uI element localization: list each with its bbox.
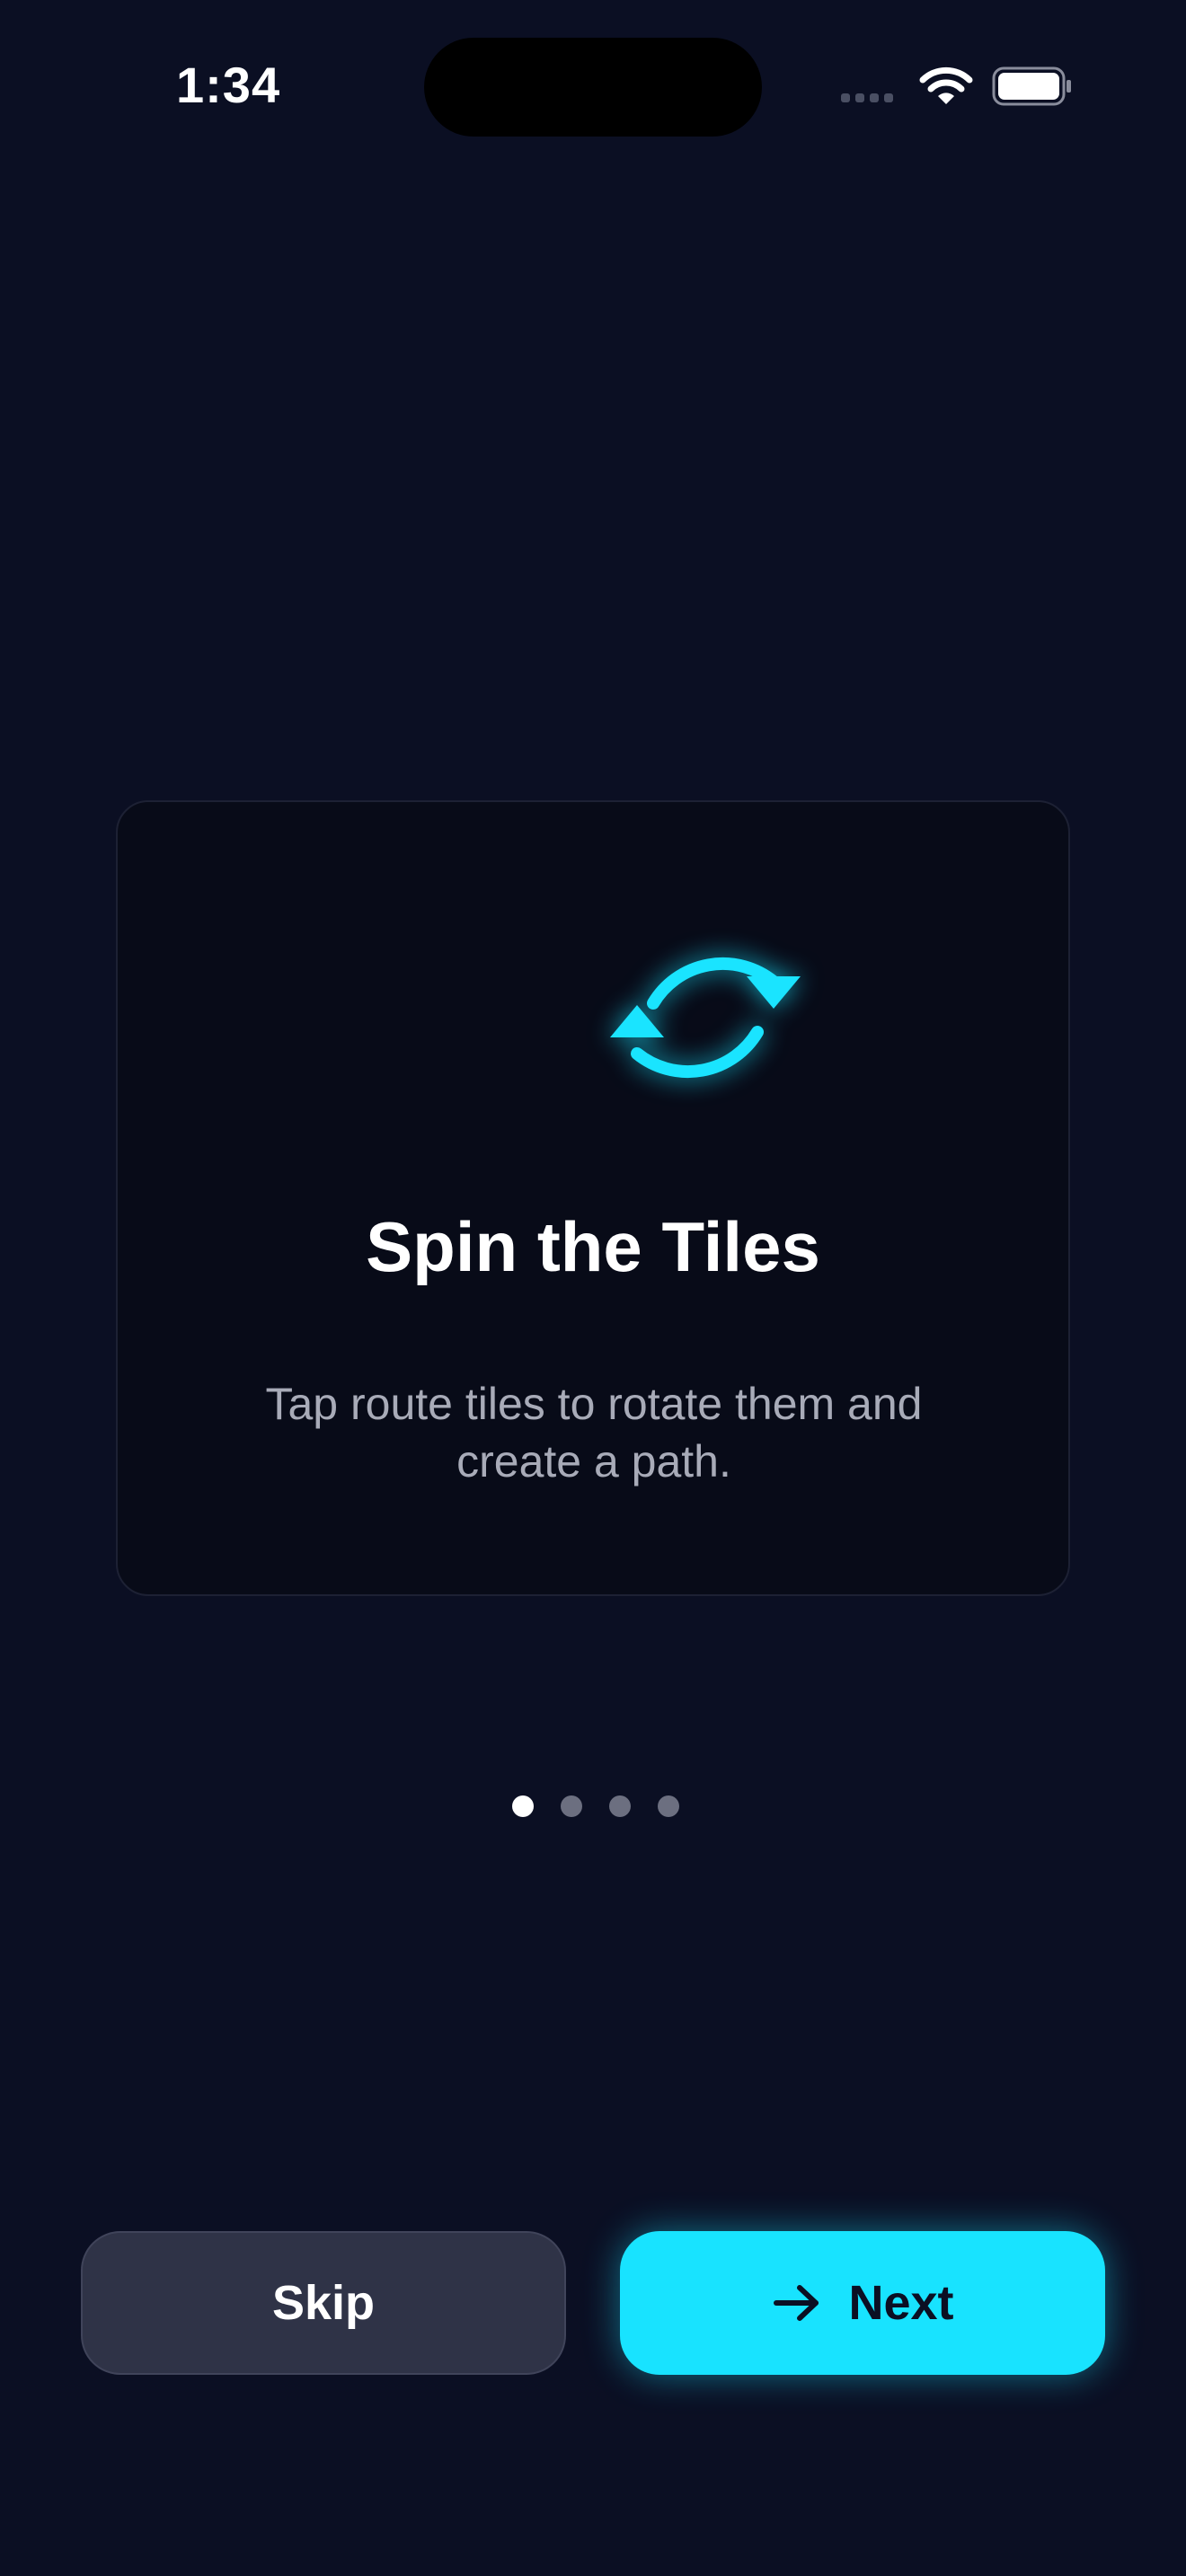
cellular-signal-icon <box>841 93 893 102</box>
arrow-right-icon <box>774 2285 819 2321</box>
card-description: Tap route tiles to rotate them and creat… <box>265 1379 923 1486</box>
battery-icon <box>992 66 1071 106</box>
skip-button-label: Skip <box>271 2276 376 2330</box>
page-indicator <box>512 1795 679 1817</box>
next-button-label: Next <box>848 2276 954 2330</box>
page-dot-3[interactable] <box>609 1795 631 1817</box>
page-dot-4[interactable] <box>658 1795 679 1817</box>
onboarding-screen: 1:34 Spin the Tiles Tap route tiles to r… <box>0 0 1186 2576</box>
skip-button[interactable]: Skip <box>81 2231 566 2375</box>
next-button[interactable]: Next <box>620 2231 1105 2375</box>
tutorial-card: Spin the Tiles Tap route tiles to rotate… <box>116 800 1070 1596</box>
page-dot-1[interactable] <box>512 1795 534 1817</box>
status-time: 1:34 <box>176 57 281 113</box>
page-dot-2[interactable] <box>561 1795 582 1817</box>
card-title: Spin the Tiles <box>366 1207 820 1286</box>
rotate-arrows-icon <box>610 957 801 1079</box>
wifi-icon <box>919 66 973 104</box>
dynamic-island <box>424 38 762 137</box>
